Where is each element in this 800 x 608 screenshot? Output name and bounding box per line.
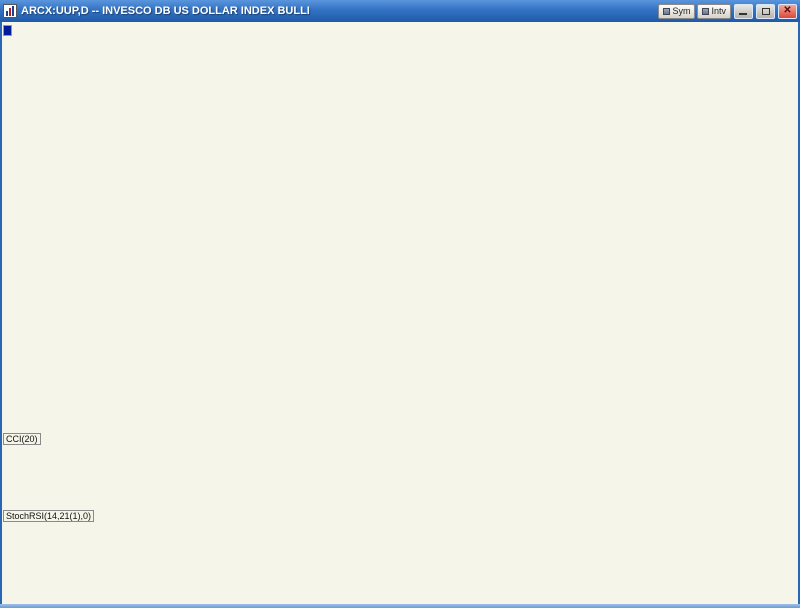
window-bottom-border xyxy=(0,604,800,608)
cci-panel-label: CCI(20) xyxy=(3,433,41,445)
intv-button[interactable]: Intv xyxy=(697,4,731,19)
chart-window: ARCX:UUP,D -- INVESCO DB US DOLLAR INDEX… xyxy=(0,0,800,608)
series-chip[interactable] xyxy=(3,25,12,36)
window-title: ARCX:UUP,D -- INVESCO DB US DOLLAR INDEX… xyxy=(21,5,654,17)
close-icon: ✕ xyxy=(783,5,791,16)
price-chart-canvas[interactable] xyxy=(2,22,798,604)
intv-button-label: Intv xyxy=(711,6,726,16)
sym-button-label: Sym xyxy=(672,6,690,16)
chart-client-area: CCI(20) StochRSI(14,21(1),0) xyxy=(2,22,798,604)
minimize-icon xyxy=(739,13,747,15)
sym-icon xyxy=(663,8,670,15)
intv-icon xyxy=(702,8,709,15)
maximize-button[interactable] xyxy=(756,4,775,19)
title-bar[interactable]: ARCX:UUP,D -- INVESCO DB US DOLLAR INDEX… xyxy=(0,0,800,22)
app-icon xyxy=(3,4,17,18)
stoch-panel-label: StochRSI(14,21(1),0) xyxy=(3,510,94,522)
minimize-button[interactable] xyxy=(734,4,753,19)
close-button[interactable]: ✕ xyxy=(778,4,797,19)
maximize-icon xyxy=(762,8,770,15)
quote-strip xyxy=(3,24,14,37)
sym-button[interactable]: Sym xyxy=(658,4,695,19)
